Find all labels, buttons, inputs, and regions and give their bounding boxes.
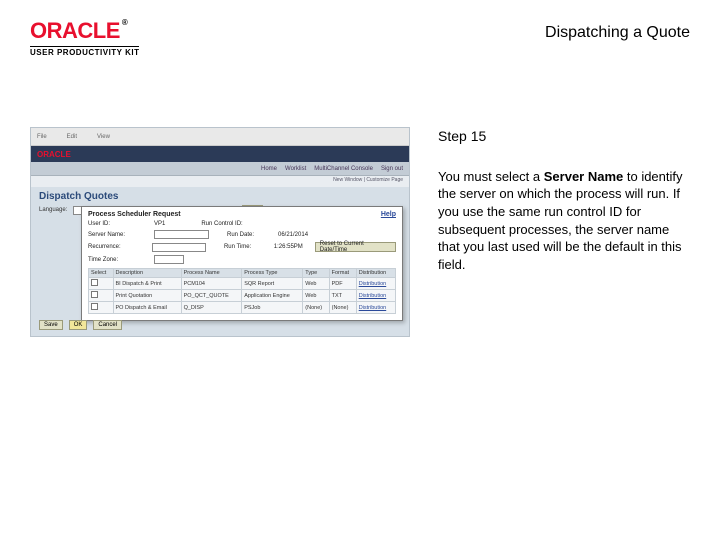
menu-item: View [97,134,110,140]
logo-block: ORACLE ® USER PRODUCTIVITY KIT [30,18,139,57]
col-select: Select [89,269,114,278]
subbrand-text: USER PRODUCTIVITY KIT [30,46,139,57]
menu-item: File [37,134,47,140]
col-ptype: Process Type [242,269,303,278]
app-banner-logo: ORACLE [37,150,71,159]
cell-format: (None) [329,302,356,314]
table-header-row: Select Description Process Name Process … [89,269,396,278]
col-dist: Distribution [356,269,395,278]
oracle-logo: ORACLE ® [30,18,139,44]
instruction-panel: Step 15 You must select a Server Name to… [438,127,690,273]
instr-bold: Server Name [544,169,624,184]
recur-select[interactable] [152,243,206,252]
page-title: Dispatching a Quote [545,24,690,42]
cell-type: Web [303,278,329,290]
recur-label: Recurrence: [88,244,146,250]
row-checkbox[interactable] [91,291,98,298]
cell-pname: PO_QCT_QUOTE [181,290,242,302]
dist-link[interactable]: Distribution [359,281,387,287]
runtime-value: 1:26:55PM [274,244,303,250]
dist-link[interactable]: Distribution [359,305,387,311]
instr-before: You must select a [438,169,544,184]
cancel-button[interactable]: Cancel [93,320,122,330]
tz-input[interactable] [154,255,184,264]
col-pname: Process Name [181,269,242,278]
user-label: User ID: [88,221,148,227]
cell-desc: PO Dispatch & Email [113,302,181,314]
nav-link: Worklist [285,166,306,172]
trademark: ® [122,18,127,27]
app-nav: Home Worklist MultiChannel Console Sign … [31,162,409,176]
brand-text: ORACLE [30,18,120,44]
browser-menu: File Edit View [31,128,409,146]
process-scheduler-modal: Process Scheduler Request Help User ID: … [81,206,403,321]
step-label: Step 15 [438,127,690,146]
server-name-select[interactable] [154,230,209,239]
table-row: BI Dispatch & Print PCM104 SQR Report We… [89,278,396,290]
modal-title: Process Scheduler Request [88,211,181,218]
cell-format: TXT [329,290,356,302]
lang-label: Language: [39,207,67,213]
cell-ptype: SQR Report [242,278,303,290]
row-checkbox[interactable] [91,279,98,286]
col-format: Format [329,269,356,278]
embedded-screenshot: File Edit View ORACLE Home Worklist Mult… [30,127,410,337]
table-row: PO Dispatch & Email Q_DISP PSJob (None) … [89,302,396,314]
help-link[interactable]: Help [381,211,396,218]
instr-after: to identify the server on which the proc… [438,169,683,272]
nav-link: MultiChannel Console [314,166,373,172]
header: ORACLE ® USER PRODUCTIVITY KIT Dispatchi… [0,0,720,67]
dist-link[interactable]: Distribution [359,293,387,299]
cell-desc: BI Dispatch & Print [113,278,181,290]
page-heading: Dispatch Quotes [31,187,409,204]
reset-button[interactable]: Reset to Current Date/Time [315,242,396,252]
nav-link: Sign out [381,166,403,172]
app-banner: ORACLE [31,146,409,162]
runtime-label: Run Time: [224,244,268,250]
col-desc: Description [113,269,181,278]
process-table: Select Description Process Name Process … [88,268,396,314]
cell-type: Web [303,290,329,302]
instruction-text: You must select a Server Name to identif… [438,168,690,273]
col-type: Type [303,269,329,278]
rundate-label: Run Date: [227,232,272,238]
nav-link: Home [261,166,277,172]
cell-pname: Q_DISP [181,302,242,314]
row-checkbox[interactable] [91,303,98,310]
cell-pname: PCM104 [181,278,242,290]
content-row: File Edit View ORACLE Home Worklist Mult… [0,67,720,337]
rundate-value: 06/21/2014 [278,232,308,238]
runctl-label: Run Control ID: [201,221,271,227]
cell-desc: Print Quotation [113,290,181,302]
cell-ptype: PSJob [242,302,303,314]
user-value: VP1 [154,221,165,227]
table-row: Print Quotation PO_QCT_QUOTE Application… [89,290,396,302]
modal-title-row: Process Scheduler Request Help [88,211,396,218]
save-button[interactable]: Save [39,320,63,330]
cell-ptype: Application Engine [242,290,303,302]
tz-label: Time Zone: [88,257,148,263]
ok-button[interactable]: OK [69,320,88,330]
modal-footer: Save OK Cancel [31,320,130,330]
cell-type: (None) [303,302,329,314]
server-label: Server Name: [88,232,148,238]
cell-format: PDF [329,278,356,290]
page-links: New Window | Customize Page [31,176,409,187]
menu-item: Edit [67,134,77,140]
